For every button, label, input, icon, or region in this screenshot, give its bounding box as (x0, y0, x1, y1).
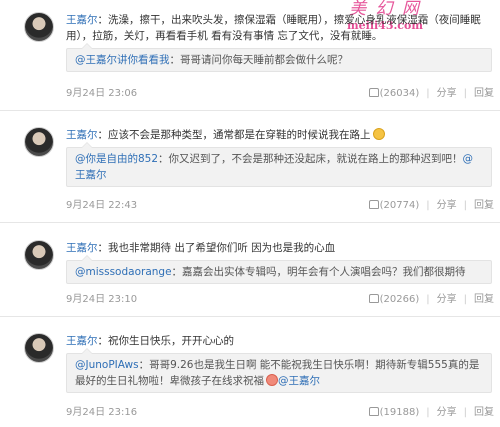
like-count: (20774) (379, 200, 420, 211)
like-count: (20266) (379, 294, 420, 305)
action-separator: | (426, 88, 430, 99)
share-button[interactable]: 分享 (437, 87, 457, 101)
avatar[interactable] (24, 240, 54, 270)
comment-actions: (20774) | 分享 | 回复 (368, 199, 494, 213)
like-button[interactable]: (20774) (368, 199, 420, 213)
comment-body: 王嘉尔：洗澡，擦干，出来吹头发，擦保湿霜（睡眠用），擦爱心身乳液保湿霜（夜间睡眠… (66, 12, 492, 72)
action-separator: | (426, 294, 430, 305)
comment-body: 王嘉尔：应该不会是那种类型，通常都是在穿鞋的时候说我在路上 @你是自由的852：… (66, 127, 492, 187)
thumb-up-icon (368, 200, 379, 209)
quoted-user-link[interactable]: @你是自由的852 (75, 153, 158, 165)
action-separator: | (426, 407, 430, 418)
post-divider (0, 110, 500, 111)
action-separator: | (463, 200, 467, 211)
share-button[interactable]: 分享 (437, 406, 457, 420)
like-button[interactable]: (19188) (368, 406, 420, 420)
timestamp: 9月24日 23:16 (66, 407, 138, 418)
comment-meta: 9月24日 22:43 (20774) | 分享 | 回复 (66, 199, 494, 213)
comment-meta: 9月24日 23:16 (19188) | 分享 | 回复 (66, 406, 494, 420)
comment-text: 王嘉尔：应该不会是那种类型，通常都是在穿鞋的时候说我在路上 (66, 127, 492, 143)
timestamp: 9月24日 23:10 (66, 294, 138, 305)
reply-button[interactable]: 回复 (474, 87, 494, 101)
avatar[interactable] (24, 12, 54, 42)
quoted-text: ：哥哥请问你每天睡前都会做什么呢？ (169, 54, 349, 66)
comment-content: ：我也非常期待 出了希望你们听 因为也是我的心血 (97, 242, 336, 254)
author-link[interactable]: 王嘉尔 (66, 129, 98, 141)
quoted-comment: @你是自由的852：你又迟到了，不会是那种还没起床，就说在路上的那种迟到吧！@王… (66, 142, 492, 187)
comment-content: ：应该不会是那种类型，通常都是在穿鞋的时候说我在路上 (97, 129, 371, 141)
action-separator: | (463, 88, 467, 99)
action-separator: | (463, 294, 467, 305)
reply-button[interactable]: 回复 (474, 199, 494, 213)
action-separator: | (463, 407, 467, 418)
like-count: (26034) (379, 88, 420, 99)
comment-actions: (26034) | 分享 | 回复 (368, 87, 494, 101)
post-divider (0, 222, 500, 223)
avatar[interactable] (24, 333, 54, 363)
comment-text: 王嘉尔：我也非常期待 出了希望你们听 因为也是我的心血 (66, 240, 492, 256)
timestamp: 9月24日 22:43 (66, 200, 138, 211)
comment-content: ：洗澡，擦干，出来吹头发，擦保湿霜（睡眠用），擦爱心身乳液保湿霜（夜间睡眠用），… (66, 14, 481, 42)
comment-actions: (19188) | 分享 | 回复 (368, 406, 494, 420)
quoted-text: ：你又迟到了，不会是那种还没起床，就说在路上的那种迟到吧！ (158, 153, 463, 165)
comment-meta: 9月24日 23:06 (26034) | 分享 | 回复 (66, 87, 494, 101)
timestamp: 9月24日 23:06 (66, 88, 138, 99)
quoted-text: ：嘉嘉会出实体专辑吗，明年会有个人演唱会吗？我们都很期待 (171, 266, 466, 278)
action-separator: | (426, 200, 430, 211)
share-button[interactable]: 分享 (437, 199, 457, 213)
avatar[interactable] (24, 127, 54, 157)
quoted-mention-link[interactable]: @王嘉尔 (278, 375, 320, 387)
reply-button[interactable]: 回复 (474, 406, 494, 420)
comment-text: 王嘉尔：洗澡，擦干，出来吹头发，擦保湿霜（睡眠用），擦爱心身乳液保湿霜（夜间睡眠… (66, 12, 492, 44)
quoted-comment: @王嘉尔讲你看看我：哥哥请问你每天睡前都会做什么呢？ (66, 43, 492, 72)
emoji-icon (372, 128, 385, 140)
quoted-user-link[interactable]: @王嘉尔讲你看看我 (75, 54, 170, 66)
emoji-icon (266, 374, 278, 386)
quoted-comment: @misssodaorange：嘉嘉会出实体专辑吗，明年会有个人演唱会吗？我们都… (66, 255, 492, 284)
like-button[interactable]: (26034) (368, 87, 420, 101)
thumb-up-icon (368, 88, 379, 97)
comment-text: 王嘉尔：祝你生日快乐，开开心心的 (66, 333, 492, 349)
thumb-up-icon (368, 294, 379, 303)
author-link[interactable]: 王嘉尔 (66, 242, 98, 254)
comment-meta: 9月24日 23:10 (20266) | 分享 | 回复 (66, 293, 494, 307)
quoted-user-link[interactable]: @JunoPIAws (75, 359, 139, 371)
post-divider (0, 316, 500, 317)
quoted-comment: @JunoPIAws：哥哥9.26也是我生日啊 能不能祝我生日快乐啊！期待新专辑… (66, 348, 492, 393)
comment-actions: (20266) | 分享 | 回复 (368, 293, 494, 307)
comment-content: ：祝你生日快乐，开开心心的 (97, 335, 235, 347)
author-link[interactable]: 王嘉尔 (66, 335, 98, 347)
share-button[interactable]: 分享 (437, 293, 457, 307)
comment-body: 王嘉尔：我也非常期待 出了希望你们听 因为也是我的心血 @misssodaora… (66, 240, 492, 284)
author-link[interactable]: 王嘉尔 (66, 14, 98, 26)
reply-button[interactable]: 回复 (474, 293, 494, 307)
thumb-up-icon (368, 407, 379, 416)
like-count: (19188) (379, 407, 420, 418)
quoted-user-link[interactable]: @misssodaorange (75, 266, 172, 278)
like-button[interactable]: (20266) (368, 293, 420, 307)
comment-body: 王嘉尔：祝你生日快乐，开开心心的 @JunoPIAws：哥哥9.26也是我生日啊… (66, 333, 492, 393)
